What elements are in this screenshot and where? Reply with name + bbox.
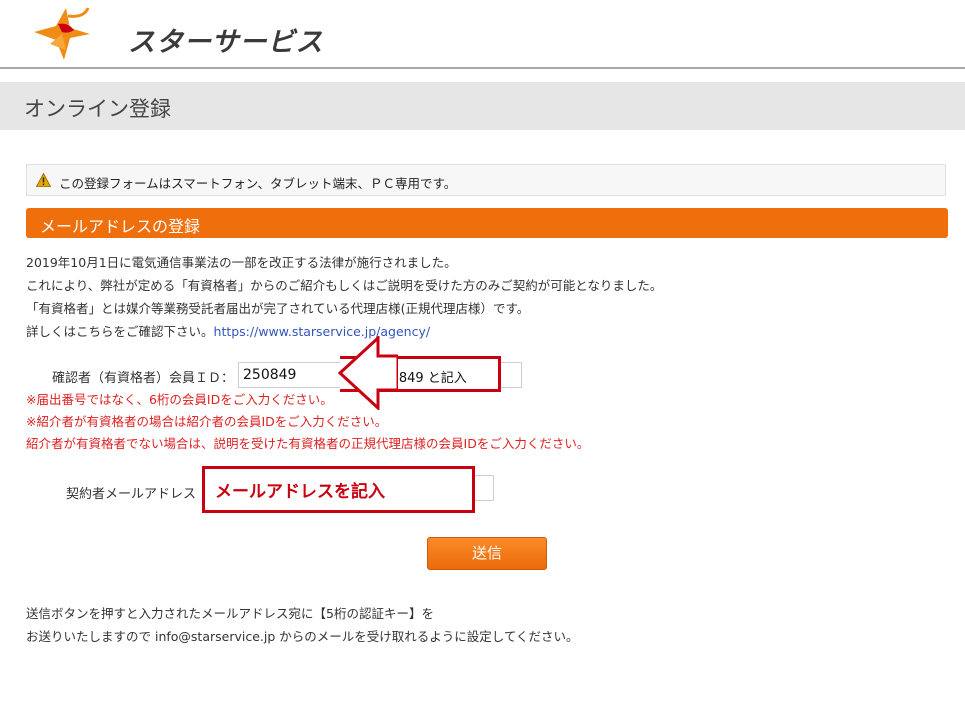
submit-button[interactable]: 送信 bbox=[427, 537, 547, 570]
star-service-logo-icon bbox=[34, 7, 90, 60]
intro-line: 「有資格者」とは媒介等業務受託者届出が完了されている代理店様(正規代理店様）です… bbox=[26, 301, 530, 316]
notice-text: この登録フォームはスマートフォン、タブレット端末、ＰＣ専用です。 bbox=[59, 176, 457, 191]
intro-line: 2019年10月1日に電気通信事業法の一部を改正する法律が施行されました。 bbox=[26, 255, 457, 270]
device-notice: この登録フォームはスマートフォン、タブレット端末、ＰＣ専用です。 bbox=[26, 164, 946, 196]
footer-instructions: 送信ボタンを押すと入力されたメールアドレス宛に【5桁の認証キー】を お送りいたし… bbox=[26, 602, 579, 648]
page-title: オンライン登録 bbox=[24, 97, 171, 121]
star-service-logo[interactable]: スターサービス bbox=[28, 4, 322, 64]
email-label: 契約者メールアドレス bbox=[66, 487, 197, 502]
member-id-label: 確認者（有資格者）会員ＩＤ： bbox=[52, 371, 235, 386]
section-header: メールアドレスの登録 bbox=[26, 208, 948, 238]
email-annotation-text: メールアドレスを記入 bbox=[215, 482, 385, 502]
page-title-bar: オンライン登録 bbox=[0, 82, 965, 130]
warning-icon bbox=[36, 173, 51, 187]
intro-text: 2019年10月1日に電気通信事業法の一部を改正する法律が施行されました。 これ… bbox=[26, 251, 662, 343]
footer-line: 送信ボタンを押すと入力されたメールアドレス宛に【5桁の認証キー】を bbox=[26, 606, 434, 621]
email-annotation-callout: メールアドレスを記入 bbox=[202, 466, 475, 513]
site-header: スターサービス bbox=[0, 0, 965, 69]
footer-line: お送りいたしますので info@starservice.jp からのメールを受け… bbox=[26, 629, 579, 644]
section-title: メールアドレスの登録 bbox=[40, 217, 201, 236]
header-divider bbox=[0, 67, 965, 69]
brand-name: スターサービス bbox=[128, 27, 324, 58]
intro-link-prefix: 詳しくはこちらをご確認下さい。 bbox=[26, 324, 214, 339]
note-line: 紹介者が有資格者でない場合は、説明を受けた有資格者の正規代理店様の会員IDをご入… bbox=[26, 436, 590, 451]
note-line: ※届出番号ではなく、6桁の会員IDをご入力ください。 bbox=[26, 392, 333, 407]
member-id-notes: ※届出番号ではなく、6桁の会員IDをご入力ください。 ※紹介者が有資格者の場合は… bbox=[26, 389, 589, 455]
note-line: ※紹介者が有資格者の場合は紹介者の会員IDをご入力ください。 bbox=[26, 414, 388, 429]
intro-line: これにより、弊社が定める「有資格者」からのご紹介もしくはご説明を受けた方のみご契… bbox=[26, 278, 663, 293]
